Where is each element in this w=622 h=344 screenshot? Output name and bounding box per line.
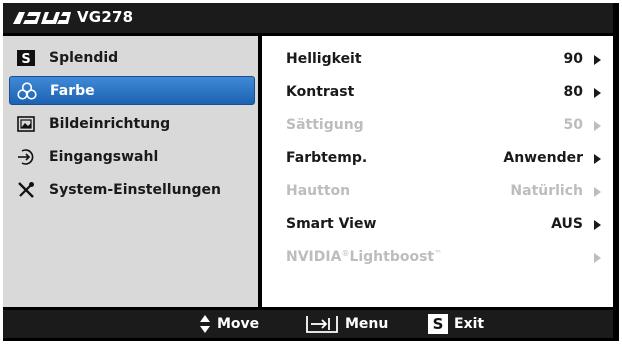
menu-label: Bildeinrichtung <box>49 115 171 132</box>
setting-label: Sättigung <box>286 117 364 133</box>
setting-label-tail: Lightboost <box>349 249 435 265</box>
setting-row-saettigung: Sättigung 50 <box>272 115 605 137</box>
setting-value: AUS <box>551 216 583 232</box>
menu-item-farbe[interactable]: Farbe <box>9 76 255 105</box>
right-arrow-icon <box>594 187 601 197</box>
menu-item-eingangswahl[interactable]: Eingangswahl <box>9 143 253 170</box>
menu-label: Farbe <box>50 82 95 99</box>
model-name: VG278 <box>77 8 134 26</box>
svg-text:S: S <box>21 52 30 66</box>
main-menu-panel: S Splendid Farbe Bildeinrichtung Eingang… <box>3 36 258 307</box>
right-arrow-icon <box>594 253 601 263</box>
right-arrow-icon <box>594 121 601 131</box>
exit-label: Exit <box>454 316 485 332</box>
settings-panel: Helligkeit 90 Kontrast 80 Sättigung 50 F… <box>262 36 613 307</box>
input-arrow-icon <box>15 147 37 167</box>
title-bar: VG278 <box>3 3 613 33</box>
setting-label: Kontrast <box>286 84 355 100</box>
menu-label: Menu <box>345 316 389 332</box>
menu-label: System-Einstellungen <box>49 181 221 198</box>
setting-row-farbtemp[interactable]: Farbtemp. Anwender <box>272 148 605 170</box>
setting-label: Farbtemp. <box>286 150 368 166</box>
setting-value: 50 <box>563 117 583 133</box>
right-arrow-icon[interactable] <box>594 220 601 230</box>
setting-value: Anwender <box>503 150 583 166</box>
menu-label: Splendid <box>49 49 119 66</box>
asus-logo <box>13 12 71 24</box>
color-circles-icon <box>16 81 38 101</box>
move-hint: Move <box>199 314 259 334</box>
move-label: Move <box>217 316 260 332</box>
splendid-s-key-icon: S <box>428 314 448 334</box>
setting-row-hautton: Hautton Natürlich <box>272 181 605 203</box>
tools-icon <box>15 180 37 200</box>
setting-row-helligkeit[interactable]: Helligkeit 90 <box>272 49 605 71</box>
menu-hint: Menu <box>305 314 388 334</box>
splendid-s-icon: S <box>15 48 37 68</box>
right-arrow-icon[interactable] <box>594 55 601 65</box>
trademark-mark: ™ <box>434 249 443 258</box>
setting-label-brand: NVIDIA <box>286 249 342 265</box>
enter-key-icon <box>305 314 339 334</box>
footer-hint-bar: Move Menu S Exit <box>3 310 613 338</box>
menu-item-system-einstellungen[interactable]: System-Einstellungen <box>9 176 253 203</box>
setting-label: NVIDIA®Lightboost™ <box>286 249 442 265</box>
setting-value: 90 <box>563 51 583 67</box>
exit-hint: S Exit <box>428 314 484 334</box>
setting-row-kontrast[interactable]: Kontrast 80 <box>272 82 605 104</box>
up-down-arrows-icon <box>199 314 211 334</box>
right-arrow-icon[interactable] <box>594 154 601 164</box>
setting-value: Natürlich <box>510 183 583 199</box>
right-arrow-icon[interactable] <box>594 88 601 98</box>
setting-label: Hautton <box>286 183 351 199</box>
picture-icon <box>15 114 37 134</box>
setting-row-nvidia-lightboost: NVIDIA®Lightboost™ <box>272 247 605 269</box>
menu-item-bildeinrichtung[interactable]: Bildeinrichtung <box>9 110 253 137</box>
setting-label: Smart View <box>286 216 377 232</box>
setting-label: Helligkeit <box>286 51 362 67</box>
menu-label: Eingangswahl <box>49 148 159 165</box>
exit-key-letter: S <box>433 315 444 333</box>
menu-item-splendid[interactable]: S Splendid <box>9 44 253 71</box>
setting-row-smart-view[interactable]: Smart View AUS <box>272 214 605 236</box>
setting-value: 80 <box>563 84 583 100</box>
